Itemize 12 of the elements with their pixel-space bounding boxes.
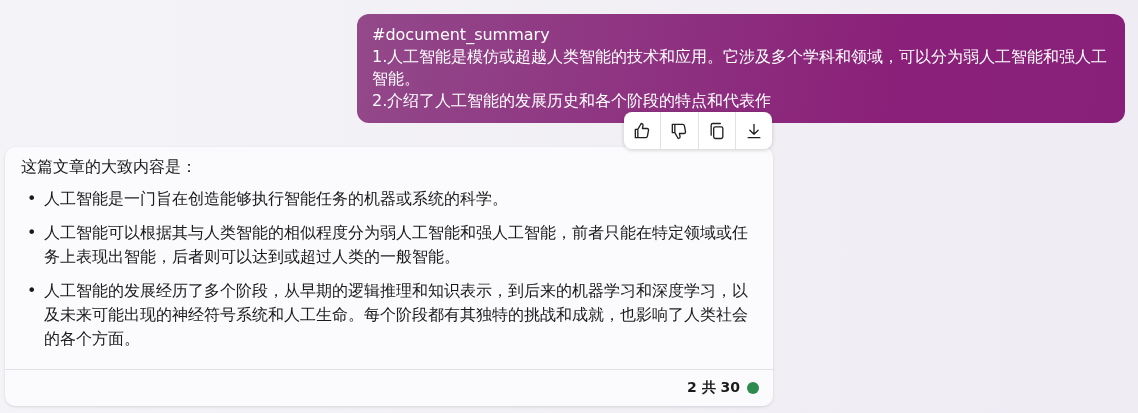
message-text: 2.介绍了人工智能的发展历史和各个阶段的特点和代表作: [372, 90, 773, 112]
status-icon: [747, 381, 759, 394]
message-text: #document_summary: [372, 24, 551, 46]
bullet-text: 人工智能的发展经历了多个阶段，从早期的逻辑推理和知识表示，到后来的机器学习和深度学习，以及未来可能出现的神经符号系统和人工生命。每个阶段都有其独特的挑战和成就，也影响了人类社会的各个方面。: [44, 280, 749, 350]
bullet-marker: •: [26, 280, 38, 302]
message-text: 这篇文章的大致内容是：: [21, 156, 198, 178]
bullet-marker: •: [26, 188, 38, 210]
message-text: 1.人工智能是模仿或超越人类智能的技术和应用。它涉及多个学科和领域，可以分为弱人工智能和强人工智能。: [372, 46, 1109, 90]
bullet-text: 人工智能是一门旨在创造能够执行智能任务的机器或系统的科学。: [44, 188, 509, 210]
message-counter: 2 共 30: [687, 378, 740, 397]
bullet-marker: •: [26, 222, 38, 244]
bullet-text: 人工智能可以根据其与人类智能的相似程度分为弱人工智能和强人工智能，前者只能在特定领域或任务上表现出智能，后者则可以达到或超过人类的一般智能。: [44, 222, 749, 268]
